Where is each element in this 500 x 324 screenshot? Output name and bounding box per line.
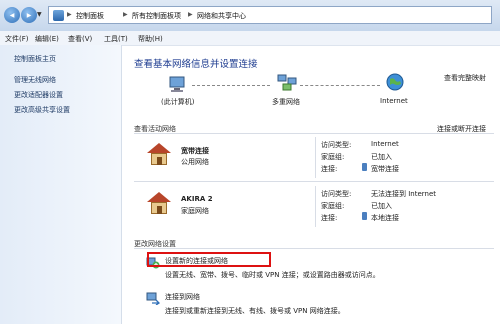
task-new-connection-link[interactable]: 设置新的连接或网络: [165, 256, 228, 266]
homegroup-label: 家庭组:: [321, 202, 345, 210]
full-map-link[interactable]: 查看完整映射: [444, 73, 486, 83]
control-panel-icon: [53, 10, 64, 21]
breadcrumb-network-center[interactable]: 网络和共享中心: [197, 11, 246, 21]
multiple-networks-icon[interactable]: [277, 74, 297, 92]
sidebar: 控制面板主页 管理无线网络 更改适配器设置 更改高级共享设置: [0, 45, 122, 324]
task-connect-network-desc: 连接到或重新连接到无线、有线、拨号或 VPN 网络连接。: [165, 307, 345, 315]
access-type-value: 无法连接到 Internet: [371, 190, 437, 198]
map-connector: [192, 85, 270, 86]
homegroup-link[interactable]: 已加入: [371, 152, 392, 162]
network-type-link[interactable]: 公用网络: [181, 157, 209, 167]
homegroup-link[interactable]: 已加入: [371, 201, 392, 211]
connection-link[interactable]: 本地连接: [371, 213, 399, 223]
vertical-divider: [315, 137, 316, 178]
connection-icon: [362, 212, 367, 220]
connect-network-icon: [146, 291, 161, 306]
network-name: 宽带连接: [181, 147, 209, 155]
sidebar-item-wireless[interactable]: 管理无线网络: [14, 75, 56, 85]
globe-icon[interactable]: [386, 73, 404, 91]
map-node-internet: Internet: [380, 97, 408, 105]
menu-edit[interactable]: 编辑(E): [35, 34, 59, 44]
section-divider: [134, 133, 494, 134]
map-node-this-computer: (此计算机): [161, 98, 195, 106]
breadcrumb-separator-icon[interactable]: ▶: [123, 11, 128, 18]
sidebar-item-sharing[interactable]: 更改高级共享设置: [14, 105, 70, 115]
breadcrumb-all-items[interactable]: 所有控制面板项: [132, 11, 181, 21]
access-type-label: 访问类型:: [321, 190, 352, 198]
breadcrumb-separator-icon[interactable]: ▶: [67, 11, 72, 18]
access-type-label: 访问类型:: [321, 141, 352, 149]
access-type-value: Internet: [371, 140, 399, 148]
forward-arrow-icon: ▶: [26, 12, 32, 19]
menu-bar: 文件(F) 编辑(E) 查看(V) 工具(T) 帮助(H): [0, 31, 500, 46]
network-type-link[interactable]: 家庭网络: [181, 206, 209, 216]
task-new-connection-desc: 设置无线、宽带、拨号、临时或 VPN 连接；或设置路由器或访问点。: [165, 271, 380, 279]
vertical-divider: [315, 186, 316, 227]
back-button[interactable]: ◀: [4, 7, 20, 23]
menu-tools[interactable]: 工具(T): [104, 34, 128, 44]
task-connect-network-link[interactable]: 连接到网络: [165, 292, 200, 302]
back-arrow-icon: ◀: [9, 12, 15, 19]
map-connector: [300, 85, 380, 86]
homegroup-label: 家庭组:: [321, 153, 345, 161]
house-icon: [147, 192, 171, 214]
breadcrumb-separator-icon[interactable]: ▶: [188, 11, 193, 18]
menu-help[interactable]: 帮助(H): [138, 34, 163, 44]
sidebar-item-home[interactable]: 控制面板主页: [14, 54, 56, 64]
house-icon: [147, 143, 171, 165]
network-name: AKIRA 2: [181, 195, 213, 203]
menu-view[interactable]: 查看(V): [68, 34, 92, 44]
history-dropdown-icon[interactable]: ▼: [37, 11, 42, 18]
menu-file[interactable]: 文件(F): [5, 34, 29, 44]
connection-icon: [362, 163, 367, 171]
section-divider: [134, 248, 494, 249]
forward-button[interactable]: ▶: [21, 7, 37, 23]
connection-label: 连接:: [321, 165, 338, 173]
map-node-multiple-networks: 多重网络: [272, 98, 300, 106]
section-divider: [134, 181, 494, 182]
connection-link[interactable]: 宽带连接: [371, 164, 399, 174]
page-title: 查看基本网络信息并设置连接: [134, 59, 258, 70]
address-bar-region: ◀ ▶ ▼ ▶ 控制面板 ▶ 所有控制面板项 ▶ 网络和共享中心: [0, 0, 500, 32]
connection-label: 连接:: [321, 214, 338, 222]
computer-icon: [168, 76, 186, 92]
sidebar-item-adapter[interactable]: 更改适配器设置: [14, 90, 63, 100]
breadcrumb-control-panel[interactable]: 控制面板: [76, 11, 104, 21]
address-box[interactable]: ▶ 控制面板 ▶ 所有控制面板项 ▶ 网络和共享中心: [48, 6, 492, 24]
